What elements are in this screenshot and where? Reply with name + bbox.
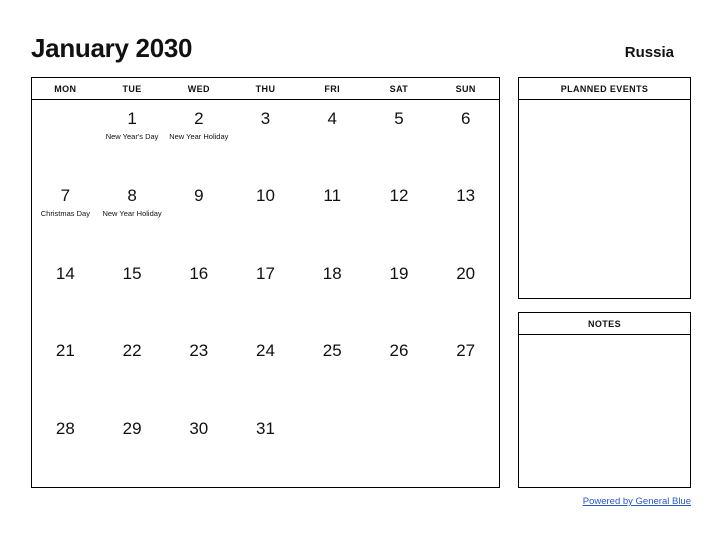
calendar-day-cell[interactable] [432,410,499,487]
day-holiday-label: New Year's Day [105,132,159,141]
notes-panel: NOTES [518,312,691,488]
day-number: 2 [194,109,204,128]
calendar-week-row: 21 22 23 24 25 26 27 [32,332,499,409]
calendar-day-cell[interactable] [366,410,433,487]
calendar-week-row: 28 29 30 31 [32,410,499,487]
calendar-day-cell[interactable]: 29 [99,410,166,487]
planned-events-title: PLANNED EVENTS [519,78,690,100]
weekday-header-tue: TUE [122,83,142,94]
calendar-day-cell[interactable]: 15 [99,255,166,332]
notes-writing-area[interactable] [519,335,690,487]
calendar-day-cell[interactable]: 16 [165,255,232,332]
calendar-day-cell[interactable]: 23 [165,332,232,409]
calendar-day-cell[interactable]: 10 [232,177,299,254]
country-label: Russia [624,44,674,61]
calendar-day-cell[interactable]: 8 New Year Holiday [99,177,166,254]
weekday-header-mon: MON [54,83,77,94]
day-number: 30 [189,418,209,438]
calendar-day-cell[interactable]: 6 [432,100,499,177]
calendar-day-cell[interactable]: 27 [432,332,499,409]
calendar-day-cell[interactable]: 17 [232,255,299,332]
calendar-day-cell[interactable]: 12 [366,177,433,254]
calendar-day-cell[interactable]: 5 [366,100,433,177]
day-number: 16 [189,263,209,283]
calendar-day-cell[interactable]: 4 [299,100,366,177]
day-number: 21 [55,341,75,361]
day-number: 27 [456,341,476,361]
day-number: 3 [260,109,271,128]
day-number: 4 [327,109,337,128]
day-number: 20 [456,263,476,283]
powered-by-link[interactable]: Powered by General Blue [518,496,691,507]
notes-title: NOTES [519,313,690,335]
calendar-weeks: 1 New Year's Day 2 New Year Holiday 3 4 … [32,100,499,487]
day-number: 11 [323,186,342,206]
calendar-day-cell[interactable]: 24 [232,332,299,409]
calendar-day-cell[interactable]: 2 New Year Holiday [165,100,232,177]
weekday-header-row: MON TUE WED THU FRI SAT SUN [32,78,499,100]
page-title: January 2030 [31,33,193,63]
day-number: 28 [55,418,75,438]
calendar-day-cell[interactable]: 26 [366,332,433,409]
calendar-day-cell[interactable] [299,410,366,487]
day-number: 23 [189,341,209,361]
weekday-header-sat: SAT [389,83,409,94]
calendar-day-cell[interactable] [32,100,99,177]
day-number: 12 [389,186,409,206]
planned-events-writing-area[interactable] [519,100,690,298]
day-number: 6 [460,109,471,128]
calendar-day-cell[interactable]: 19 [366,255,433,332]
calendar-day-cell[interactable]: 3 [232,100,299,177]
calendar-day-cell[interactable]: 9 [165,177,232,254]
weekday-header-wed: WED [187,83,210,94]
calendar-day-cell[interactable]: 20 [432,255,499,332]
calendar-day-cell[interactable]: 14 [32,255,99,332]
page-header: January 2030 Russia [31,33,681,67]
weekday-header-sun: SUN [455,83,476,94]
day-number: 13 [456,186,476,206]
calendar-day-cell[interactable]: 7 Christmas Day [32,177,99,254]
day-number: 18 [322,263,342,283]
day-number: 19 [389,263,409,283]
calendar-day-cell[interactable]: 1 New Year's Day [99,100,166,177]
calendar-day-cell[interactable]: 22 [99,332,166,409]
calendar-day-cell[interactable]: 31 [232,410,299,487]
day-number: 26 [389,341,409,361]
day-number: 14 [55,263,75,283]
day-number: 9 [194,186,204,206]
day-number: 15 [122,263,142,283]
calendar-week-row: 7 Christmas Day 8 New Year Holiday 9 10 … [32,177,499,254]
day-number: 25 [322,341,342,361]
day-number: 31 [256,418,275,438]
day-number: 22 [122,341,142,361]
calendar-day-cell[interactable]: 11 [299,177,366,254]
day-number: 1 [127,109,137,128]
calendar-week-row: 1 New Year's Day 2 New Year Holiday 3 4 … [32,100,499,177]
planned-events-panel: PLANNED EVENTS [518,77,691,299]
calendar-day-cell[interactable]: 18 [299,255,366,332]
calendar-day-cell[interactable]: 13 [432,177,499,254]
day-holiday-label: Christmas Day [40,209,90,219]
calendar-grid: MON TUE WED THU FRI SAT SUN 1 New Year's… [31,77,500,488]
day-holiday-label: New Year Holiday [102,209,162,219]
weekday-header-thu: THU [255,83,276,94]
day-number: 5 [394,109,404,128]
calendar-day-cell[interactable]: 25 [299,332,366,409]
day-number: 10 [256,186,275,206]
calendar-day-cell[interactable]: 30 [165,410,232,487]
weekday-header-fri: FRI [324,83,341,94]
day-number: 17 [256,263,275,283]
day-number: 24 [256,341,275,361]
day-number: 8 [127,186,137,206]
day-holiday-label: New Year Holiday [169,132,229,141]
day-number: 7 [60,186,71,206]
calendar-week-row: 14 15 16 17 18 19 20 [32,255,499,332]
calendar-day-cell[interactable]: 21 [32,332,99,409]
day-number: 29 [122,418,142,438]
calendar-day-cell[interactable]: 28 [32,410,99,487]
